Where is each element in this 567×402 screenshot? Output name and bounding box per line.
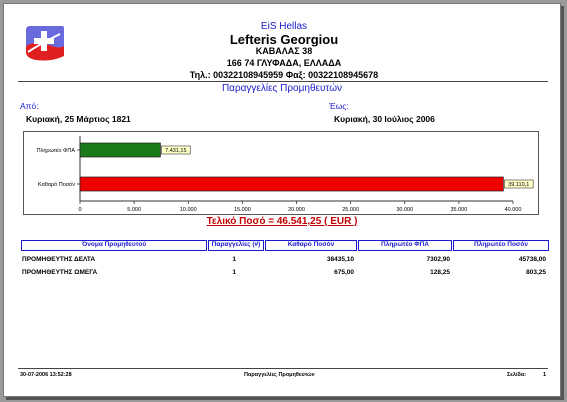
report-title: Παραγγελίες Προμηθευτών [221,83,343,94]
footer-page-number: 1 [543,372,547,378]
data-label: 7.431,15 [165,148,186,154]
footer-timestamp: 30-07-2006 13:52:28 [20,372,72,378]
footer-report-name: Παραγγελίες Προμηθευτών [244,372,315,378]
chart-frame: 0 5.000 10.000 15.000 20.000 25.000 30.000 35.0… [23,131,539,215]
cell-vat: 128,25 [430,269,450,276]
col-header-supplier: Όνομα Προμηθευτού [21,240,207,251]
bar [79,176,504,192]
category-label: Καθαρό Ποσόν [38,181,75,188]
address-line-2: 166 74 ΓΛΥΦΑΔΑ, ΕΛΛΑΔΑ [226,58,342,68]
company-name: EiS Hellas [260,21,308,32]
footer-divider [18,368,548,369]
cell-net: 38435,10 [326,256,354,263]
bar [79,142,161,158]
x-tick-label: 35.000 [450,207,467,213]
cell-vat: 7302,90 [426,256,451,263]
category-label: Πληρωτέο ΦΠΑ [37,147,76,154]
person-name: Lefteris Georgiou [229,32,339,47]
cell-supplier: ΠΡΟΜΗΘΕΥΤΗΣ ΔΕΛΤΑ [22,256,96,263]
report-page: EiS Hellas Lefteris Georgiou ΚΑΒΑΛΑΣ 38 … [3,3,561,397]
x-tick-label: 15.000 [234,207,251,213]
cell-payable: 803,25 [526,269,546,276]
cell-orders: 1 [232,269,236,276]
col-header-payable: Πληρωτέο Ποσόν [453,240,549,251]
address-line-1: ΚΑΒΑΛΑΣ 38 [255,46,313,56]
cell-supplier: ΠΡΟΜΗΘΕΥΤΗΣ ΩΜΕΓΑ [22,269,98,276]
grand-total: Τελικό Ποσό = 46.541,25 ( EUR ) [206,216,358,227]
x-tick-label: 0 [78,207,81,213]
bar-chart: 0 5.000 10.000 15.000 20.000 25.000 30.000 35.0… [37,136,534,213]
col-header-net: Καθαρό Ποσόν [265,240,357,251]
header-divider [18,81,548,82]
from-date: Κυριακή, 25 Μάρτιος 1821 [26,114,131,124]
x-tick-label: 20.000 [288,207,305,213]
footer-page-label: Σελίδα: [507,372,527,378]
to-label: Έως: [329,101,349,111]
company-logo [26,26,64,61]
phone-fax: Τηλ.: 00322108945959 Φαξ: 00322108945678 [189,70,379,80]
cell-orders: 1 [232,256,236,263]
data-label: 39.110,1 [508,182,529,188]
cell-net: 675,00 [334,269,354,276]
to-date: Κυριακή, 30 Ιούλιος 2006 [334,114,435,124]
x-tick-label: 10.000 [180,207,197,213]
cell-payable: 45738,00 [518,256,546,263]
x-tick-label: 40.000 [505,207,522,213]
x-tick-label: 5.000 [127,207,141,213]
x-tick-label: 25.000 [342,207,359,213]
x-tick-label: 30.000 [396,207,413,213]
col-header-vat: Πληρωτέο ΦΠΑ [358,240,452,251]
from-label: Από: [20,101,39,111]
col-header-orders: Παραγγελίες (#) [208,240,264,251]
